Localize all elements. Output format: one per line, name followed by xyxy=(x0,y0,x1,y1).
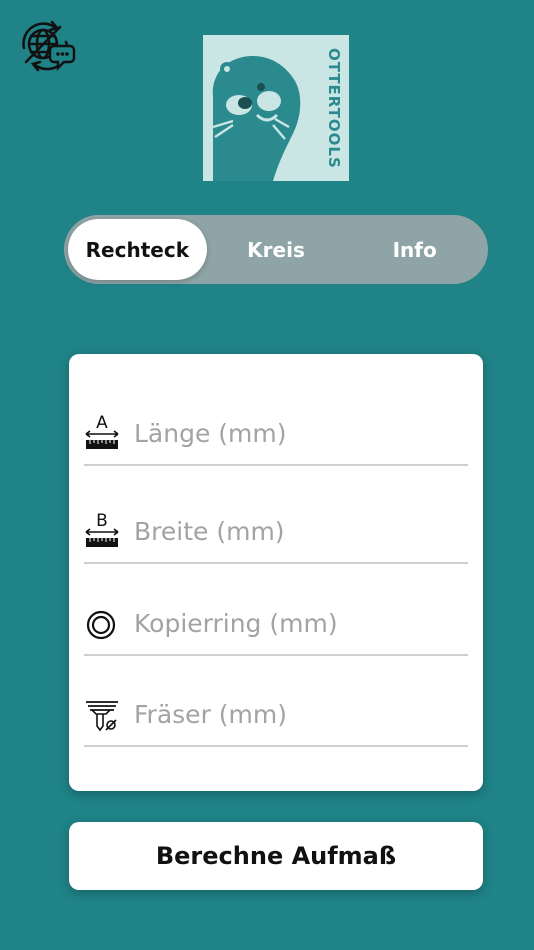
width-field: B xyxy=(84,502,468,564)
calculate-button[interactable]: Berechne Aufmaß xyxy=(69,822,483,890)
svg-text:B: B xyxy=(96,512,108,531)
length-field: A xyxy=(84,404,468,466)
tab-kreis[interactable]: Kreis xyxy=(207,219,346,280)
width-b-icon: B xyxy=(85,512,119,547)
svg-text:A: A xyxy=(96,414,108,433)
router-bit-input[interactable] xyxy=(134,693,464,735)
mode-segmented-control: Rechteck Kreis Info xyxy=(64,215,488,284)
width-input[interactable] xyxy=(134,510,464,552)
copy-ring-icon xyxy=(86,610,116,640)
ottertools-logo: OTTERTOOLS xyxy=(203,35,349,181)
copy-ring-input[interactable] xyxy=(134,602,464,644)
router-bit-icon xyxy=(86,701,118,732)
logo-text: OTTERTOOLS xyxy=(325,47,343,169)
copy-ring-field xyxy=(84,594,468,656)
length-a-icon: A xyxy=(85,414,119,449)
globe-chat-icon[interactable] xyxy=(14,18,76,72)
length-input[interactable] xyxy=(134,412,464,454)
router-bit-field xyxy=(84,685,468,747)
input-card: A B xyxy=(69,354,483,791)
tab-rechteck[interactable]: Rechteck xyxy=(68,219,207,280)
tab-info[interactable]: Info xyxy=(345,219,484,280)
